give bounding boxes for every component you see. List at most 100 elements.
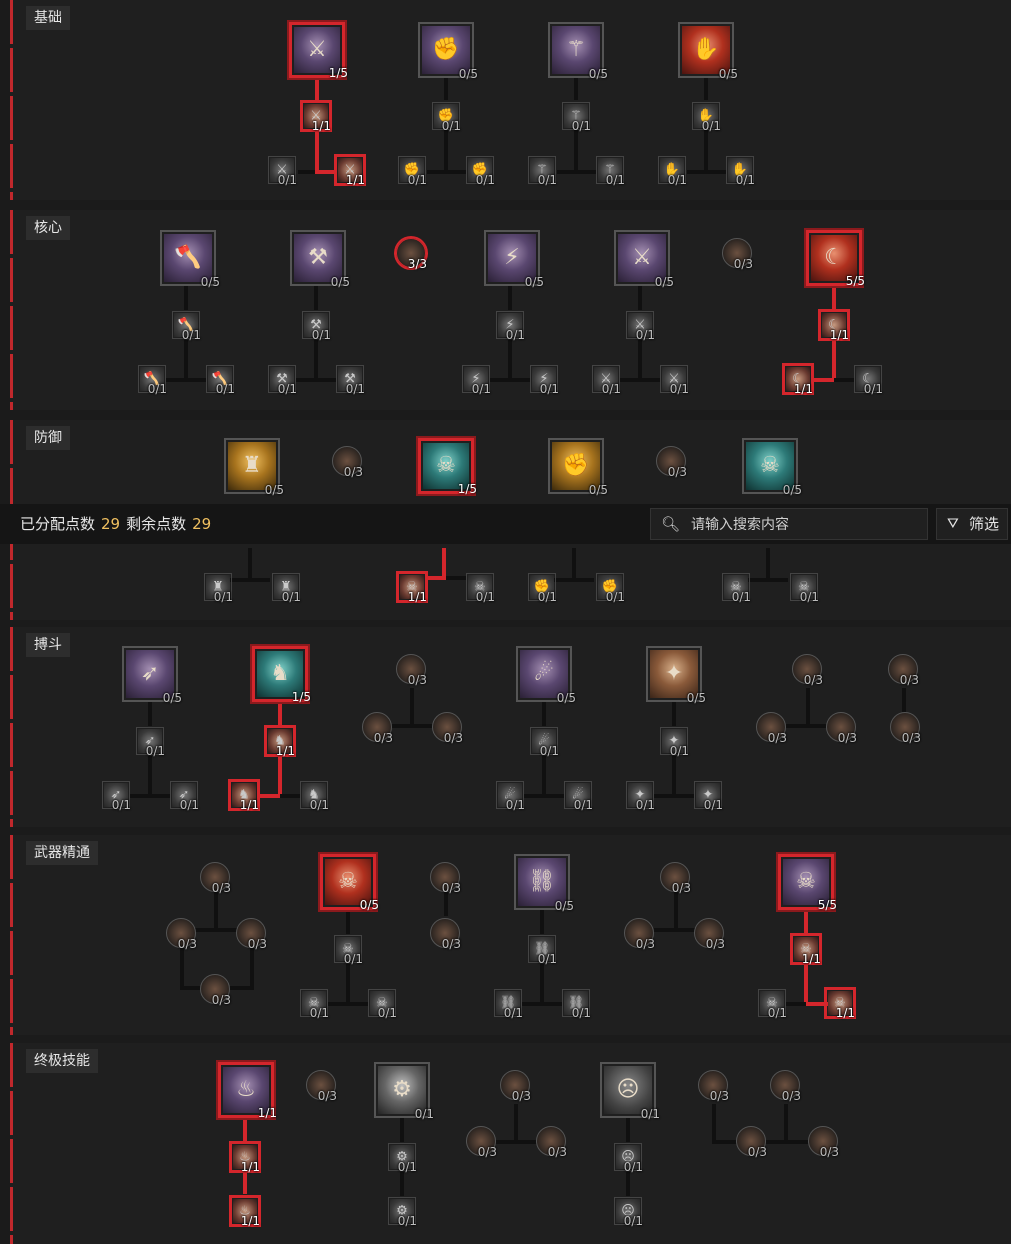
passive-node[interactable]: 3/3	[396, 238, 427, 271]
skill-modifier-node[interactable]: ☠ 0/1	[790, 573, 819, 604]
passive-node[interactable]: 0/3	[332, 446, 363, 479]
skill-modifier-node[interactable]: 🪓 0/1	[138, 365, 167, 396]
search-input[interactable]	[689, 513, 923, 537]
skill-modifier-node[interactable]: ⚔ 0/1	[660, 365, 689, 396]
skill-node[interactable]: ➶ 0/5	[122, 646, 182, 705]
skill-modifier-node[interactable]: ⚚ 0/1	[562, 102, 591, 133]
passive-node[interactable]: 0/3	[792, 654, 823, 687]
skill-modifier-node[interactable]: ✋ 0/1	[726, 156, 755, 187]
skill-modifier-node[interactable]: ♞ 1/1	[266, 727, 295, 758]
skill-node[interactable]: ☠ 0/5	[742, 438, 802, 497]
skill-modifier-node[interactable]: ⚚ 0/1	[528, 156, 557, 187]
skill-modifier-node[interactable]: ☄ 0/1	[496, 781, 525, 812]
passive-node[interactable]: 0/3	[430, 862, 461, 895]
skill-modifier-node[interactable]: ☠ 0/1	[334, 935, 363, 966]
skill-modifier-node[interactable]: ♨ 1/1	[231, 1143, 260, 1174]
skill-modifier-node[interactable]: ✊ 0/1	[596, 573, 625, 604]
filter-button[interactable]: ⛛ 筛选	[936, 508, 1008, 540]
skill-node[interactable]: ☠ 1/5	[418, 438, 477, 496]
skill-node[interactable]: ✋ 0/5	[678, 22, 738, 81]
skill-node[interactable]: ♞ 1/5	[252, 646, 311, 704]
skill-node[interactable]: ⚚ 0/5	[548, 22, 608, 81]
passive-node[interactable]: 0/3	[362, 712, 393, 745]
skill-modifier-node[interactable]: ⚒ 0/1	[268, 365, 297, 396]
search-box[interactable]: 🔍︎	[650, 508, 928, 540]
skill-modifier-node[interactable]: ♜ 0/1	[272, 573, 301, 604]
skill-modifier-node[interactable]: ☠ 1/1	[398, 573, 427, 604]
passive-node[interactable]: 0/3	[430, 918, 461, 951]
skill-modifier-node[interactable]: ⚙ 0/1	[388, 1143, 417, 1174]
skill-modifier-node[interactable]: ☾ 1/1	[784, 365, 813, 396]
skill-modifier-node[interactable]: ⚚ 0/1	[596, 156, 625, 187]
skill-modifier-node[interactable]: ⚒ 0/1	[302, 311, 331, 342]
passive-node[interactable]: 0/3	[694, 918, 725, 951]
passive-node[interactable]: 0/3	[808, 1126, 839, 1159]
passive-node[interactable]: 0/3	[624, 918, 655, 951]
skill-modifier-node[interactable]: ✊ 0/1	[466, 156, 495, 187]
skill-modifier-node[interactable]: ⚡ 0/1	[462, 365, 491, 396]
skill-modifier-node[interactable]: ⛓ 0/1	[528, 935, 557, 966]
skill-modifier-node[interactable]: ➶ 0/1	[170, 781, 199, 812]
skill-node[interactable]: ☠ 5/5	[778, 854, 837, 912]
skill-modifier-node[interactable]: ⚔ 0/1	[592, 365, 621, 396]
skill-modifier-node[interactable]: ☠ 0/1	[368, 989, 397, 1020]
skill-modifier-node[interactable]: ✋ 0/1	[658, 156, 687, 187]
skill-modifier-node[interactable]: ☹ 0/1	[614, 1143, 643, 1174]
skill-modifier-node[interactable]: ✊ 0/1	[432, 102, 461, 133]
skill-modifier-node[interactable]: ⚔ 1/1	[302, 102, 331, 133]
passive-node[interactable]: 0/3	[888, 654, 919, 687]
skill-modifier-node[interactable]: ⚙ 0/1	[388, 1197, 417, 1228]
passive-node[interactable]: 0/3	[536, 1126, 567, 1159]
passive-node[interactable]: 0/3	[660, 862, 691, 895]
skill-modifier-node[interactable]: ⚔ 0/1	[626, 311, 655, 342]
passive-node[interactable]: 0/3	[306, 1070, 337, 1103]
skill-node[interactable]: ⚒ 0/5	[290, 230, 350, 289]
skill-node[interactable]: ✦ 0/5	[646, 646, 706, 705]
skill-node[interactable]: ☠ 0/5	[320, 854, 379, 912]
skill-modifier-node[interactable]: ✦ 0/1	[660, 727, 689, 758]
passive-node[interactable]: 0/3	[736, 1126, 767, 1159]
skill-modifier-node[interactable]: ☄ 0/1	[530, 727, 559, 758]
skill-modifier-node[interactable]: ⚡ 0/1	[530, 365, 559, 396]
passive-node[interactable]: 0/3	[200, 974, 231, 1007]
skill-modifier-node[interactable]: ⚔ 0/1	[268, 156, 297, 187]
skill-modifier-node[interactable]: ⚒ 0/1	[336, 365, 365, 396]
passive-node[interactable]: 0/3	[826, 712, 857, 745]
skill-modifier-node[interactable]: 🪓 0/1	[172, 311, 201, 342]
skill-node[interactable]: 🪓 0/5	[160, 230, 220, 289]
skill-modifier-node[interactable]: ✦ 0/1	[626, 781, 655, 812]
skill-modifier-node[interactable]: 🪓 0/1	[206, 365, 235, 396]
skill-node[interactable]: ⛓ 0/5	[514, 854, 574, 913]
skill-modifier-node[interactable]: ➶ 0/1	[102, 781, 131, 812]
skill-modifier-node[interactable]: ⛓ 0/1	[494, 989, 523, 1020]
passive-node[interactable]: 0/3	[656, 446, 687, 479]
skill-modifier-node[interactable]: ♨ 1/1	[231, 1197, 260, 1228]
skill-node[interactable]: ⚔ 1/5	[289, 22, 348, 80]
skill-node[interactable]: ♨ 1/1	[218, 1062, 277, 1120]
skill-modifier-node[interactable]: ✦ 0/1	[694, 781, 723, 812]
passive-node[interactable]: 0/3	[396, 654, 427, 687]
skill-modifier-node[interactable]: ☠ 0/1	[466, 573, 495, 604]
skill-modifier-node[interactable]: ➶ 0/1	[136, 727, 165, 758]
passive-node[interactable]: 0/3	[698, 1070, 729, 1103]
skill-node[interactable]: ⚙ 0/1	[374, 1062, 434, 1121]
skill-node[interactable]: ✊ 0/5	[548, 438, 608, 497]
skill-modifier-node[interactable]: ⛓ 0/1	[562, 989, 591, 1020]
skill-modifier-node[interactable]: ☹ 0/1	[614, 1197, 643, 1228]
skill-node[interactable]: ⚡ 0/5	[484, 230, 544, 289]
passive-node[interactable]: 0/3	[770, 1070, 801, 1103]
skill-modifier-node[interactable]: ☠ 0/1	[758, 989, 787, 1020]
skill-modifier-node[interactable]: ♞ 0/1	[300, 781, 329, 812]
passive-node[interactable]: 0/3	[756, 712, 787, 745]
passive-node[interactable]: 0/3	[500, 1070, 531, 1103]
passive-node[interactable]: 0/3	[466, 1126, 497, 1159]
skill-modifier-node[interactable]: ⚔ 1/1	[336, 156, 365, 187]
passive-node[interactable]: 0/3	[722, 238, 753, 271]
passive-node[interactable]: 0/3	[200, 862, 231, 895]
passive-node[interactable]: 0/3	[166, 918, 197, 951]
skill-modifier-node[interactable]: ☠ 0/1	[300, 989, 329, 1020]
skill-node[interactable]: ☾ 5/5	[806, 230, 865, 288]
skill-modifier-node[interactable]: ☠ 1/1	[826, 989, 855, 1020]
skill-modifier-node[interactable]: ☄ 0/1	[564, 781, 593, 812]
skill-modifier-node[interactable]: ✊ 0/1	[398, 156, 427, 187]
